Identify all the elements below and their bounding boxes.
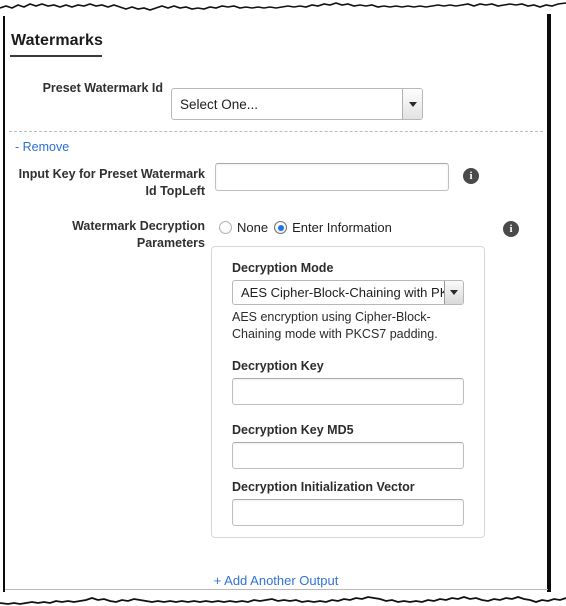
radio-none-label: None — [237, 220, 269, 235]
section-divider — [9, 131, 543, 132]
decryption-mode-select-value: AES Cipher-Block-Chaining with PKCS — [241, 285, 444, 300]
info-icon[interactable]: i — [503, 221, 519, 237]
decryption-mode-help-text: AES encryption using Cipher-Block-Chaini… — [232, 310, 438, 341]
chevron-down-icon — [408, 101, 417, 107]
page-title: Watermarks — [11, 32, 104, 49]
page-title-underline — [10, 55, 102, 57]
screenshot-root: Watermarks Preset Watermark Id Select On… — [0, 0, 566, 606]
radio-option-enter-information[interactable]: Enter Information — [274, 220, 392, 235]
decryption-mode-select-button[interactable] — [444, 281, 463, 304]
preset-watermark-id-select-button[interactable] — [402, 89, 422, 119]
decryption-mode-label: Decryption Mode — [232, 261, 334, 275]
watermark-decryption-parameters-label: Watermark Decryption Parameters — [72, 219, 205, 250]
decryption-initialization-vector-label: Decryption Initialization Vector — [232, 480, 415, 494]
input-key-field[interactable] — [215, 163, 449, 191]
radio-enter-information-label: Enter Information — [292, 220, 392, 235]
radio-none-icon[interactable] — [219, 221, 232, 234]
decryption-initialization-vector-field[interactable] — [232, 499, 464, 526]
form-page: Watermarks Preset Watermark Id Select On… — [5, 18, 547, 588]
preset-watermark-id-select-value: Select One... — [180, 96, 259, 112]
input-key-label: Input Key for Preset Watermark Id TopLef… — [18, 167, 205, 198]
info-icon[interactable]: i — [463, 168, 479, 184]
preset-watermark-id-select[interactable]: Select One... — [171, 88, 423, 120]
watermark-decryption-radio-group: None Enter Information — [219, 220, 392, 235]
remove-link[interactable]: - Remove — [15, 140, 69, 154]
preset-watermark-id-label: Preset Watermark Id — [42, 81, 163, 95]
decryption-key-field[interactable] — [232, 378, 464, 405]
radio-enter-information-icon[interactable] — [274, 221, 288, 234]
decryption-key-label: Decryption Key — [232, 359, 324, 373]
chevron-down-icon — [450, 290, 458, 295]
page-border-right — [547, 14, 551, 592]
page-bottom-rule — [5, 589, 548, 590]
add-another-output-link[interactable]: + Add Another Output — [5, 573, 547, 588]
decryption-key-md5-label: Decryption Key MD5 — [232, 423, 354, 437]
decryption-mode-select[interactable]: AES Cipher-Block-Chaining with PKCS — [232, 280, 464, 305]
decryption-key-md5-field[interactable] — [232, 442, 464, 469]
decryption-parameters-panel: Decryption Mode AES Cipher-Block-Chainin… — [211, 246, 485, 538]
radio-option-none[interactable]: None — [219, 220, 268, 235]
